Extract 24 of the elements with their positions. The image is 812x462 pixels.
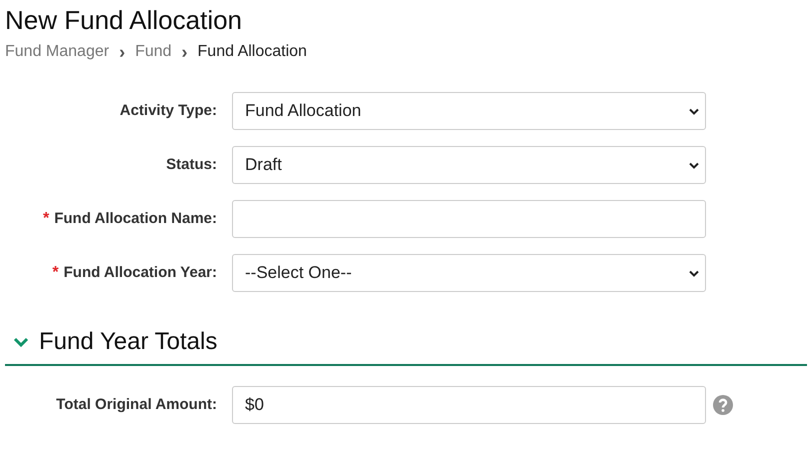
select-field[interactable]: --Select One-- [232, 254, 706, 292]
caret-icon[interactable] [689, 108, 699, 114]
required-mark: * [42, 209, 50, 229]
field-label: Fund Allocation Name: [54, 208, 217, 229]
help-icon[interactable] [713, 395, 733, 415]
page-title: New Fund Allocation [5, 4, 244, 36]
section-title: Fund Year Totals [39, 328, 218, 356]
chevron-down-icon[interactable] [13, 336, 29, 348]
field-label: Fund Allocation Year: [64, 262, 217, 283]
select-field[interactable]: Fund Allocation [232, 92, 706, 130]
caret-icon[interactable] [689, 270, 699, 276]
caret-icon[interactable] [689, 162, 699, 168]
breadcrumb-link[interactable]: Fund [135, 42, 172, 62]
input-field[interactable]: $0 [232, 386, 706, 424]
input-field[interactable] [232, 200, 706, 238]
breadcrumb-separator: › [119, 42, 126, 62]
field-label: Total Original Amount: [56, 394, 217, 415]
field-label: Status: [166, 154, 217, 175]
field-label: Activity Type: [120, 100, 217, 121]
breadcrumb-link[interactable]: Fund Manager [5, 42, 110, 62]
required-mark: * [52, 263, 59, 283]
select-field[interactable]: Draft [232, 146, 706, 184]
breadcrumb-separator: › [182, 42, 188, 62]
breadcrumb-current[interactable]: Fund Allocation [198, 42, 307, 62]
